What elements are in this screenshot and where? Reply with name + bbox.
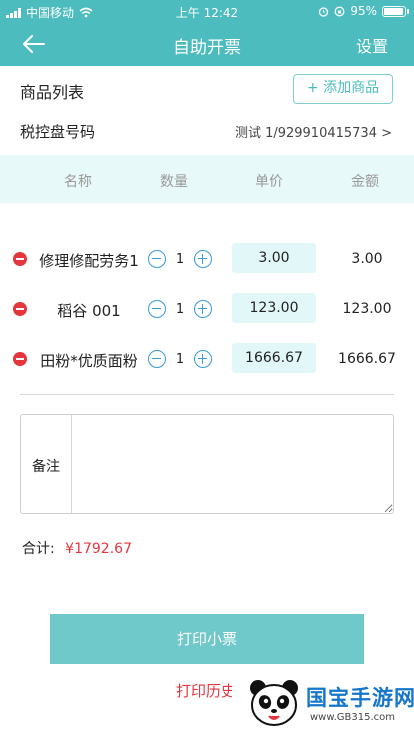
watermark-title: 国宝手游网 [306,686,414,710]
tax-disk-label: 税控盘号码 [20,123,96,141]
total-label: 合计: [22,541,55,557]
unit-price-input[interactable]: 3.00 [232,243,316,273]
header-quantity: 数量 [160,174,188,190]
unit-price-input[interactable]: 123.00 [232,293,316,323]
print-receipt-button[interactable]: 打印小票 [50,614,364,664]
tax-disk-row[interactable]: 税控盘号码 测试 1/929910415734 > [0,112,414,154]
minus-icon[interactable] [148,250,166,268]
remark-label: 备注 [32,459,60,475]
product-list-label: 商品列表 [20,83,85,102]
remark-input[interactable] [72,415,393,513]
item-name: 稻谷 001 [57,302,121,320]
table-row: 稻谷 001 1 123.00 123.00 [0,290,414,330]
item-quantity: 1 [175,352,185,367]
settings-button[interactable]: 设置 [356,33,388,57]
delete-icon[interactable] [13,252,27,266]
nav-bar: 自助开票 设置 [0,22,414,66]
item-amount: 1666.67 [338,351,396,367]
panda-logo-icon [250,680,298,726]
table-row: 修理修配劳务1 1 3.00 3.00 [0,240,414,280]
plus-icon[interactable] [194,350,212,368]
table-header: 名称 数量 单价 金额 [0,155,414,203]
unit-price-input[interactable]: 1666.67 [232,343,316,373]
add-product-button[interactable]: + 添加商品 [293,74,393,104]
print-history-link[interactable]: 打印历史 [176,680,236,701]
watermark-url: www.GB315.com [310,712,396,723]
total-value: ¥1792.67 [65,541,132,557]
plus-icon[interactable] [194,250,212,268]
status-bar: 中国移动 上午 12:42 95% [0,0,414,22]
table-row: 田粉*优质面粉 1 1666.67 1666.67 [0,340,414,380]
minus-icon[interactable] [148,350,166,368]
header-name: 名称 [64,174,92,190]
minus-icon[interactable] [148,300,166,318]
page-title: 自助开票 [173,38,241,58]
item-name: 修理修配劳务1 [39,252,139,270]
item-quantity: 1 [175,252,185,267]
header-amount: 金额 [351,174,379,190]
item-amount: 3.00 [351,251,383,267]
item-name: 田粉*优质面粉 [40,352,138,370]
item-amount: 123.00 [342,301,392,317]
plus-icon[interactable] [194,300,212,318]
watermark: 国宝手游网 www.GB315.com [232,668,414,736]
orientation-lock-icon [334,6,345,16]
delete-icon[interactable] [13,302,27,316]
remark-box: 备注 [20,414,394,514]
battery-percent: 95% [350,4,377,18]
total-row: 合计: ¥1792.67 [22,538,132,558]
delete-icon[interactable] [13,352,27,366]
header-unit-price: 单价 [255,174,283,190]
item-quantity: 1 [175,302,185,317]
tax-disk-value[interactable]: 测试 1/929910415734 > [235,122,392,141]
alarm-icon [319,6,329,17]
divider [20,394,394,395]
battery-icon [382,5,409,17]
product-list-row: 商品列表 + 添加商品 [0,66,414,112]
